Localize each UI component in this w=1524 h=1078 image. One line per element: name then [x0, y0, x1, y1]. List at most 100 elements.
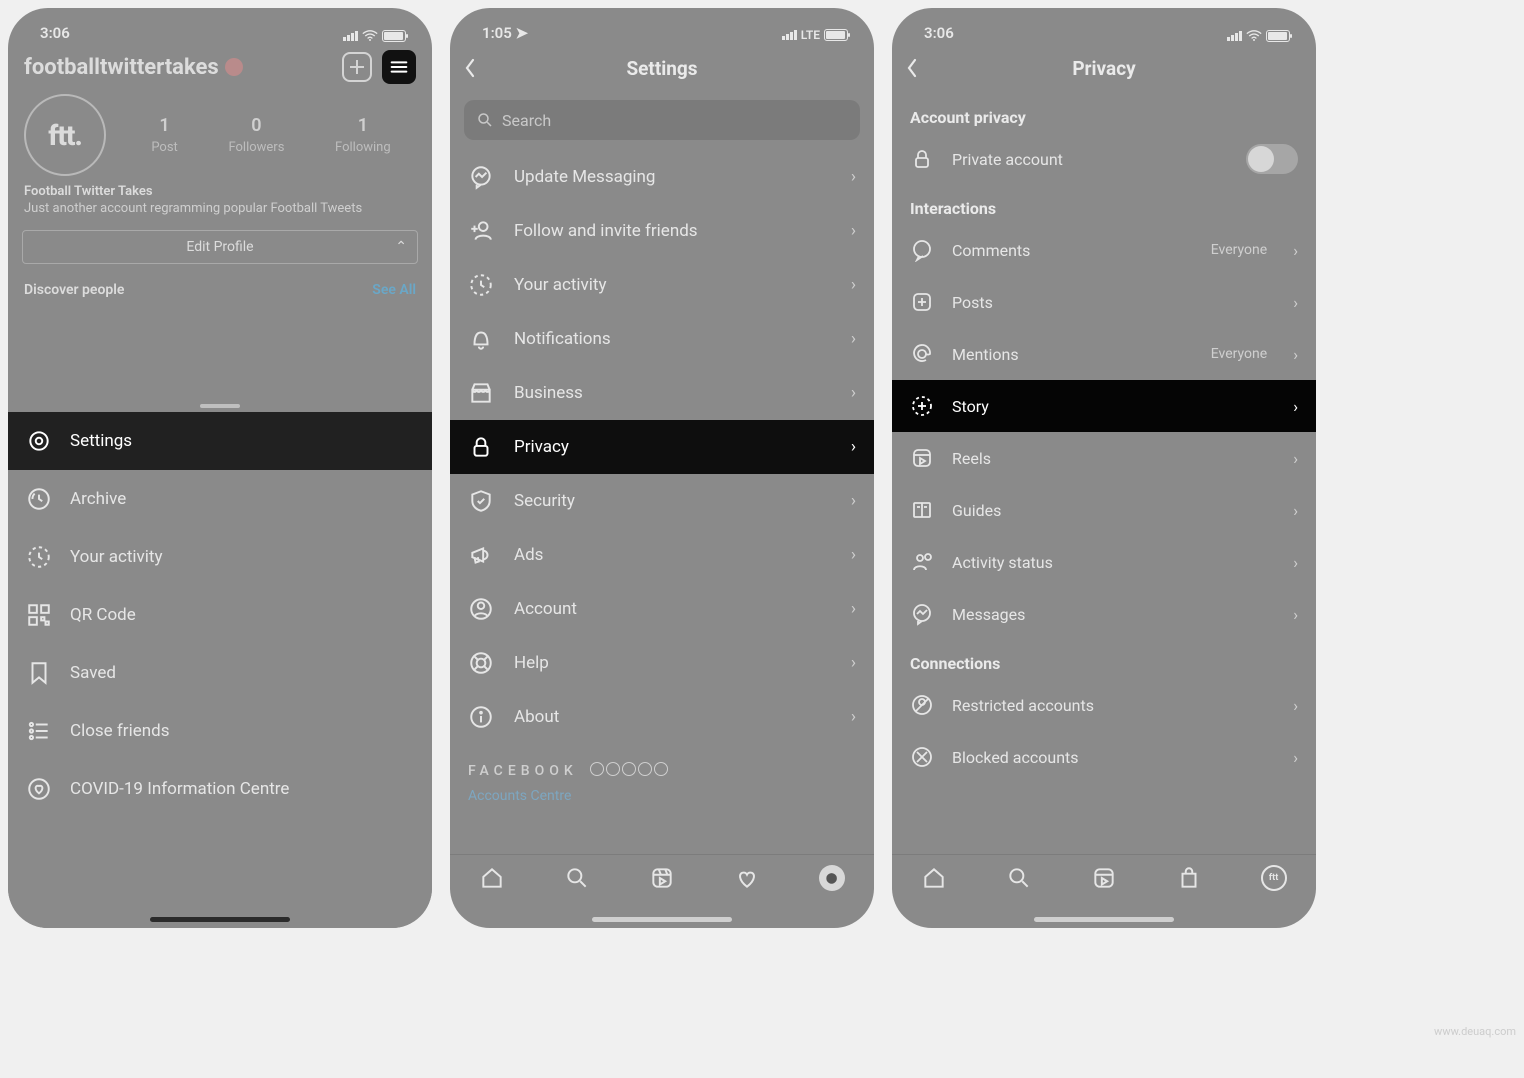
chevron-right-icon: ›	[1293, 241, 1298, 260]
privacy-row-activity-status[interactable]: Activity status ›	[892, 536, 1316, 588]
settings-item-help[interactable]: Help ›	[450, 636, 874, 690]
section-header-account-privacy: Account privacy	[892, 94, 1316, 133]
privacy-row-story[interactable]: Story ›	[892, 380, 1316, 432]
tab-shop[interactable]	[1176, 865, 1202, 895]
clock-dashed-icon	[26, 544, 52, 570]
settings-item-business[interactable]: Business ›	[450, 366, 874, 420]
privacy-row-comments[interactable]: Comments Everyone ›	[892, 224, 1316, 276]
menu-item-settings[interactable]: Settings	[8, 412, 432, 470]
privacy-row-restricted[interactable]: Restricted accounts ›	[892, 679, 1316, 731]
lifebuoy-icon	[468, 650, 494, 676]
status-time: 3:06	[924, 24, 954, 42]
chevron-right-icon: ›	[851, 329, 856, 349]
accounts-centre-link[interactable]: Accounts Centre	[450, 780, 874, 812]
menu-item-qr[interactable]: QR Code	[8, 586, 432, 644]
settings-item-follow-invite[interactable]: Follow and invite friends ›	[450, 204, 874, 258]
cell-signal-icon	[343, 31, 358, 41]
settings-item-ads[interactable]: Ads ›	[450, 528, 874, 582]
search-input[interactable]: Search	[464, 100, 860, 140]
privacy-label: Private account	[952, 150, 1228, 169]
menu-item-covid[interactable]: COVID-19 Information Centre	[8, 760, 432, 818]
menu-label: Saved	[70, 663, 116, 683]
chevron-right-icon: ›	[1293, 696, 1298, 715]
cell-signal-icon	[782, 30, 797, 40]
settings-item-notifications[interactable]: Notifications ›	[450, 312, 874, 366]
bell-icon	[468, 326, 494, 352]
archive-icon	[26, 486, 52, 512]
status-bar: 1:05 ➤ LTE	[450, 8, 874, 42]
privacy-row-posts[interactable]: Posts ›	[892, 276, 1316, 328]
settings-item-about[interactable]: About ›	[450, 690, 874, 744]
notification-badge	[225, 58, 243, 76]
messenger-icon	[468, 164, 494, 190]
settings-label: Account	[514, 599, 831, 619]
settings-label: Your activity	[514, 275, 831, 295]
create-button[interactable]	[340, 50, 374, 84]
screen-settings: 1:05 ➤ LTE Settings Search Update Messag…	[450, 8, 874, 928]
avatar[interactable]: ftt.	[24, 94, 106, 176]
settings-item-privacy[interactable]: Privacy ›	[450, 420, 874, 474]
tab-activity[interactable]	[734, 865, 760, 895]
see-all-link[interactable]: See All	[372, 282, 416, 298]
location-icon: ➤	[516, 24, 529, 42]
facebook-label: FACEBOOK	[468, 763, 578, 779]
menu-item-activity[interactable]: Your activity	[8, 528, 432, 586]
chevron-right-icon: ›	[851, 491, 856, 511]
stat-posts[interactable]: 1Post	[151, 115, 178, 155]
tab-home[interactable]	[479, 865, 505, 895]
privacy-row-guides[interactable]: Guides ›	[892, 484, 1316, 536]
privacy-label: Mentions	[952, 345, 1193, 364]
settings-label: Follow and invite friends	[514, 221, 831, 241]
tab-reels[interactable]	[1091, 865, 1117, 895]
following-count: 1	[335, 115, 391, 136]
privacy-label: Restricted accounts	[952, 696, 1275, 715]
edit-profile-button[interactable]: Edit Profile ⌃	[22, 230, 418, 264]
messenger-icon	[910, 602, 934, 626]
followers-label: Followers	[228, 140, 284, 155]
home-indicator	[592, 917, 732, 922]
settings-item-account[interactable]: Account ›	[450, 582, 874, 636]
menu-button[interactable]	[382, 50, 416, 84]
privacy-row-messages[interactable]: Messages ›	[892, 588, 1316, 640]
stat-following[interactable]: 1Following	[335, 115, 391, 155]
tab-search[interactable]	[564, 865, 590, 895]
settings-label: Help	[514, 653, 831, 673]
profile-stats: ftt. 1Post 0Followers 1Following	[8, 84, 432, 184]
menu-item-saved[interactable]: Saved	[8, 644, 432, 702]
tab-search[interactable]	[1006, 865, 1032, 895]
privacy-row-blocked[interactable]: Blocked accounts ›	[892, 731, 1316, 783]
menu-label: Archive	[70, 489, 126, 509]
battery-icon	[824, 29, 848, 41]
stat-followers[interactable]: 0Followers	[228, 115, 284, 155]
tab-reels[interactable]	[649, 865, 675, 895]
person-status-icon	[910, 550, 934, 574]
settings-item-activity[interactable]: Your activity ›	[450, 258, 874, 312]
edit-profile-label: Edit Profile	[186, 239, 253, 255]
list-icon	[26, 718, 52, 744]
chevron-right-icon: ›	[851, 437, 856, 457]
profile-header: footballtwittertakes	[8, 42, 432, 84]
privacy-row-mentions[interactable]: Mentions Everyone ›	[892, 328, 1316, 380]
settings-item-messaging[interactable]: Update Messaging ›	[450, 150, 874, 204]
avatar-icon: ftt	[1261, 865, 1287, 891]
chevron-right-icon: ›	[1293, 605, 1298, 624]
wifi-icon	[1246, 30, 1262, 42]
tab-home[interactable]	[921, 865, 947, 895]
settings-item-security[interactable]: Security ›	[450, 474, 874, 528]
sheet-grabber[interactable]	[200, 404, 240, 408]
menu-item-archive[interactable]: Archive	[8, 470, 432, 528]
info-icon	[468, 704, 494, 730]
tab-profile[interactable]: ftt	[1261, 865, 1287, 891]
search-icon	[476, 111, 494, 129]
privacy-row-reels[interactable]: Reels ›	[892, 432, 1316, 484]
menu-item-close-friends[interactable]: Close friends	[8, 702, 432, 760]
add-person-icon	[468, 218, 494, 244]
home-icon	[479, 865, 505, 891]
privacy-label: Reels	[952, 449, 1275, 468]
settings-label: Notifications	[514, 329, 831, 349]
private-account-toggle[interactable]	[1246, 144, 1298, 174]
tab-profile[interactable]: ⬤	[819, 865, 845, 891]
privacy-label: Posts	[952, 293, 1275, 312]
profile-username[interactable]: footballtwittertakes	[24, 55, 332, 80]
plus-square-icon	[910, 290, 934, 314]
